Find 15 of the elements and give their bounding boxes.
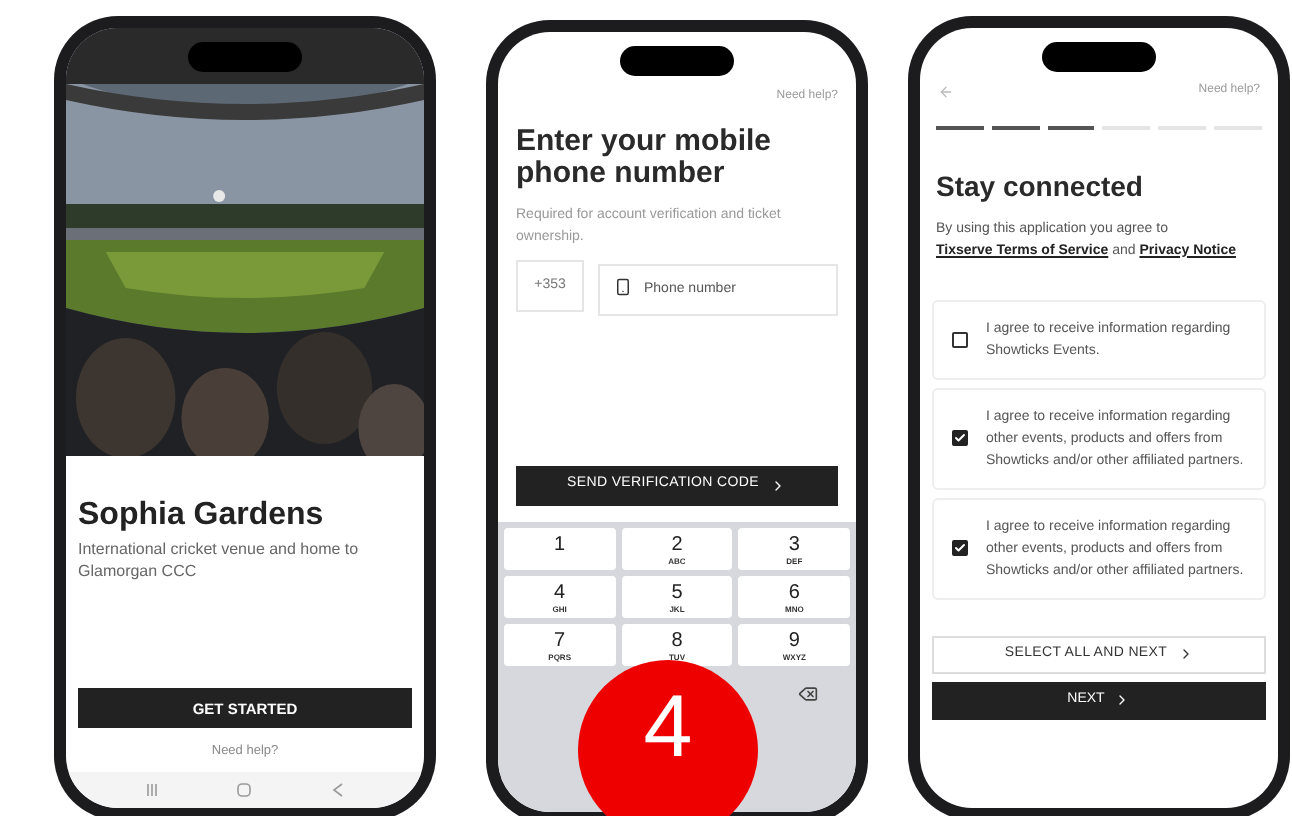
screen-title: Stay connected [934,167,1145,206]
venue-title: Sophia Gardens [78,496,326,536]
backspace-icon[interactable] [798,683,818,703]
camera-notch [1042,42,1156,72]
phone-icon [614,277,632,295]
camera-notch [620,46,734,76]
keypad-key[interactable]: 1 [504,527,616,569]
checkbox[interactable] [952,331,968,347]
home-icon[interactable] [236,782,253,798]
camera-notch [188,42,302,72]
screen-title: Enter your mobile phone number [516,126,774,190]
checkbox[interactable] [952,540,968,556]
back-icon[interactable] [332,782,345,798]
venue-description: International cricket venue and home to Glamorgan CCC [78,538,361,582]
checkbox[interactable] [952,430,968,446]
